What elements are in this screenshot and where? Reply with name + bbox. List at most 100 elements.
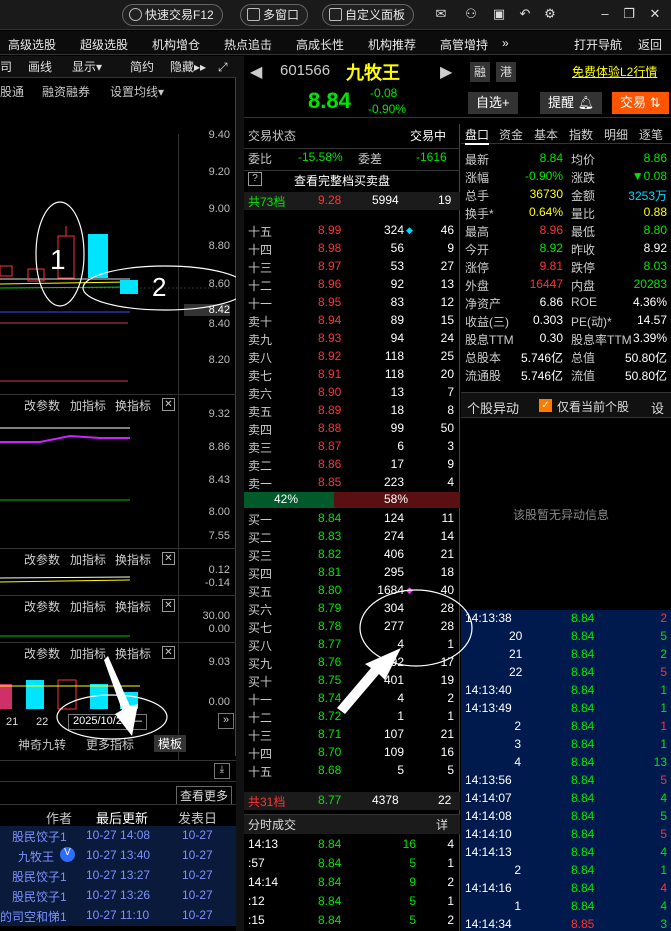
tick-price: 8.84: [571, 863, 595, 877]
next-stock-icon[interactable]: ▶: [440, 62, 452, 82]
splitter[interactable]: [236, 56, 244, 931]
buy-level-row[interactable]: 十四 8.70 109 16: [244, 744, 460, 762]
last-update-header[interactable]: 最后更新: [96, 808, 148, 827]
menu-item[interactable]: 机构推荐: [368, 36, 416, 53]
sell-level-row[interactable]: 卖五 8.89 18 8: [244, 402, 460, 420]
list-item[interactable]: 股民饺子1 10-27 13:27 10-27: [0, 866, 236, 886]
sell-level-row[interactable]: 十五 8.99 324 ◆ 46: [244, 222, 460, 240]
message-icon[interactable]: ✉: [434, 7, 448, 21]
add-watchlist-button[interactable]: 自选+: [468, 92, 518, 114]
level-price: 8.92: [318, 349, 342, 363]
sell-level-row[interactable]: 卖七 8.91 118 20: [244, 366, 460, 384]
buy-level-row[interactable]: 买二 8.83 274 14: [244, 528, 460, 546]
see-more-button[interactable]: 查看更多: [176, 786, 233, 805]
multi-window-button[interactable]: 多窗口: [240, 4, 309, 26]
menu-item[interactable]: 高成长性: [296, 36, 344, 53]
tab-basic[interactable]: 基本: [534, 126, 558, 143]
post-date-header[interactable]: 发表日: [178, 808, 217, 827]
custom-panel-button[interactable]: 自定义面板: [322, 4, 415, 26]
buy-level-row[interactable]: 买三 8.82 406 21: [244, 546, 460, 564]
back-link[interactable]: 返回: [638, 36, 662, 53]
list-item[interactable]: 的司空和悌1 10-27 11:10 10-27: [0, 906, 236, 926]
annotation-overlay-right: [337, 589, 473, 714]
checkbox-icon[interactable]: ✓: [539, 399, 552, 412]
list-item[interactable]: 股民饺子1 10-27 14:08 10-27: [0, 826, 236, 846]
tab-funds[interactable]: 资金: [499, 126, 523, 143]
sell-level-row[interactable]: 卖六 8.90 13 7: [244, 384, 460, 402]
chart-tab[interactable]: 司: [0, 56, 12, 78]
margin-tab[interactable]: 融资融券: [42, 83, 90, 100]
alert-button[interactable]: 提醒 🔔︎: [540, 92, 603, 114]
edit-params-button[interactable]: 改参数: [24, 551, 60, 568]
add-indicator-button[interactable]: 加指标: [70, 551, 106, 568]
buy-level-row[interactable]: 买四 8.81 295 18: [244, 564, 460, 582]
level-price: 8.68: [318, 763, 342, 777]
settings-icon[interactable]: ⚙: [543, 7, 557, 21]
trade-button[interactable]: 交易 ⇅: [612, 92, 669, 114]
level-label: 卖十: [248, 315, 273, 329]
draw-line-tab[interactable]: 画线: [28, 56, 52, 78]
tick-price: 8.84: [571, 827, 595, 841]
menu-item[interactable]: 超级选股: [80, 36, 128, 53]
sell-level-row[interactable]: 卖九 8.93 94 24: [244, 330, 460, 348]
sell-level-row[interactable]: 十四 8.98 56 9: [244, 240, 460, 258]
swap-indicator-button[interactable]: 换指标: [115, 551, 151, 568]
tab-tick[interactable]: 逐笔: [639, 126, 663, 143]
display-tab[interactable]: 显示▾: [72, 56, 102, 78]
menu-item[interactable]: 高管增持: [440, 36, 488, 53]
help-icon[interactable]: ?: [248, 172, 262, 186]
fullscreen-icon[interactable]: ⤢: [218, 56, 228, 78]
close-icon[interactable]: ✕: [162, 398, 175, 411]
candle: [88, 234, 108, 278]
quote-value: 50.80亿: [624, 369, 667, 383]
sell-level-row[interactable]: 卖三 8.87 6 3: [244, 438, 460, 456]
author-header[interactable]: 作者: [46, 808, 72, 827]
list-item[interactable]: 九牧王 V 10-27 13:40 10-27: [0, 846, 236, 866]
sell-level-row[interactable]: 卖八 8.92 118 25: [244, 348, 460, 366]
more-menu-icon[interactable]: »: [502, 36, 509, 50]
download-icon[interactable]: ⤓: [214, 763, 230, 779]
menu-item[interactable]: 高级选股: [8, 36, 56, 53]
user-icon[interactable]: ⚇: [464, 7, 478, 21]
buy-level-row[interactable]: 十三 8.71 107 21: [244, 726, 460, 744]
add-indicator-button[interactable]: 加指标: [70, 397, 106, 414]
sell-level-row[interactable]: 十二 8.96 92 13: [244, 276, 460, 294]
tab-index[interactable]: 指数: [569, 126, 593, 143]
buy-level-row[interactable]: 买一 8.84 124 11: [244, 510, 460, 528]
sell-level-row[interactable]: 卖十 8.94 89 15: [244, 312, 460, 330]
hk-connect-tab[interactable]: 股通: [0, 83, 24, 100]
swap-indicator-button[interactable]: 换指标: [115, 397, 151, 414]
undo-icon[interactable]: ↶: [518, 7, 532, 21]
settings-button[interactable]: 设: [651, 398, 664, 417]
list-item[interactable]: 股民饺子1 10-27 13:26 10-27: [0, 886, 236, 906]
sell-level-row[interactable]: 十三 8.97 53 27: [244, 258, 460, 276]
menu-item[interactable]: 热点追击: [224, 36, 272, 53]
detail-button[interactable]: 详: [436, 816, 448, 833]
sell-level-row[interactable]: 卖四 8.88 99 50: [244, 420, 460, 438]
menu-item[interactable]: 机构增仓: [152, 36, 200, 53]
sell-level-row[interactable]: 卖一 8.85 223 4: [244, 474, 460, 492]
minimize-icon[interactable]: –: [598, 7, 612, 21]
fenshi-count: 1: [447, 894, 454, 908]
close-icon[interactable]: ✕: [648, 7, 662, 21]
simple-tab[interactable]: 简约: [130, 56, 154, 78]
open-nav-link[interactable]: 打开导航: [574, 36, 622, 53]
full-queue-row[interactable]: ? 查看完整档买卖盘: [244, 170, 460, 188]
restore-icon[interactable]: ❐: [622, 7, 636, 21]
free-l2-link[interactable]: 免费体验L2行情: [572, 63, 657, 80]
ma-settings-tab[interactable]: 设置均线▾: [110, 83, 164, 100]
tab-detail[interactable]: 明细: [604, 126, 628, 143]
close-icon[interactable]: ✕: [162, 552, 175, 565]
buy-level-row[interactable]: 十五 8.68 5 5: [244, 762, 460, 780]
sell-level-row[interactable]: 卖二 8.86 17 9: [244, 456, 460, 474]
sell-total-row: 共73档 9.28 5994 19: [244, 192, 460, 210]
quick-trade-button[interactable]: 快速交易F12: [122, 4, 223, 26]
sell-level-row[interactable]: 十一 8.95 83 12: [244, 294, 460, 312]
quote-row: 最新 8.84 均价 8.86: [465, 150, 671, 168]
level-label: 卖三: [248, 441, 273, 455]
hide-tab[interactable]: 隐藏▸▸: [170, 56, 206, 78]
edit-params-button[interactable]: 改参数: [24, 397, 60, 414]
prev-stock-icon[interactable]: ◀: [250, 62, 262, 82]
layout-icon[interactable]: ▣: [492, 7, 506, 21]
tab-pankou[interactable]: 盘口: [465, 126, 490, 145]
